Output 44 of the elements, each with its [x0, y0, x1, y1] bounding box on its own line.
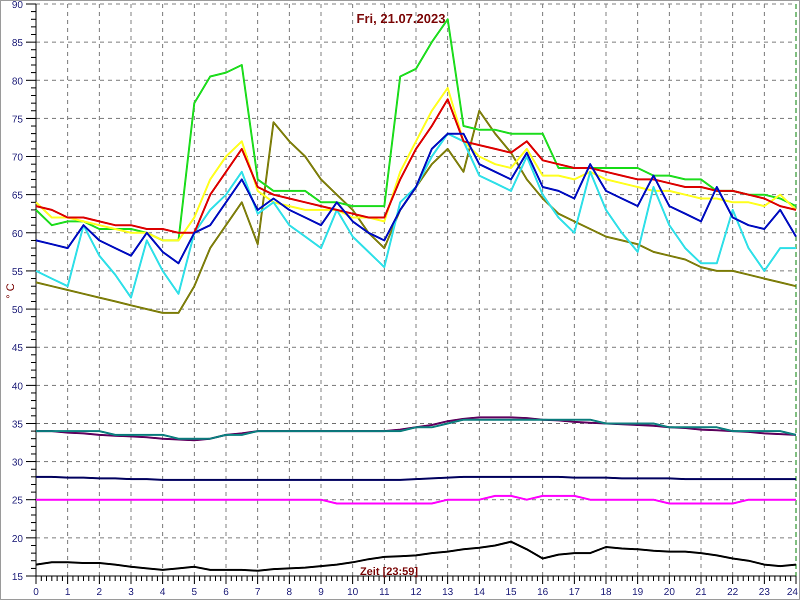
- axis-label: 1: [64, 587, 70, 598]
- axis-label: 23: [758, 587, 770, 598]
- axis-label: 18: [600, 587, 612, 598]
- axis-label: 45: [12, 343, 23, 354]
- axis-label: 90: [12, 1, 23, 11]
- x-axis-title: Zeit [23:59]: [360, 566, 418, 578]
- axis-label: 4: [160, 587, 166, 598]
- axis-label: 13: [442, 587, 454, 598]
- axis-label: 12: [410, 587, 422, 598]
- axis-label: 70: [12, 152, 23, 164]
- axis-label: 14: [474, 587, 485, 598]
- axis-label: 24: [786, 587, 798, 598]
- axis-label: 17: [568, 587, 580, 598]
- axis-label: 7: [254, 587, 260, 598]
- axis-label: 21: [695, 587, 707, 598]
- axis-label: 8: [286, 587, 292, 598]
- axis-label: 85: [12, 38, 23, 50]
- axis-label: 6: [223, 587, 229, 598]
- axis-label: 11: [379, 587, 390, 598]
- axis-label: 22: [727, 587, 738, 598]
- chart-title: Fri, 21.07.2023: [356, 11, 446, 26]
- axis-label: 20: [12, 534, 23, 545]
- axis-label: 80: [12, 76, 23, 88]
- axis-label: 0: [33, 587, 39, 598]
- axis-label: 35: [12, 419, 23, 430]
- axis-label: 9: [318, 587, 324, 598]
- axis-label: 65: [12, 190, 23, 202]
- axis-label: 2: [96, 587, 102, 598]
- y-axis-title: ° C: [5, 283, 17, 299]
- axis-label: 55: [12, 266, 23, 278]
- axis-label: 15: [505, 587, 517, 598]
- axis-label: 75: [12, 114, 23, 126]
- axis-label: 10: [347, 587, 358, 598]
- axis-label: 16: [537, 587, 548, 598]
- axis-label: 3: [128, 587, 134, 598]
- axis-label: 19: [632, 587, 644, 598]
- axis-label: 30: [12, 458, 23, 469]
- axis-label: 40: [12, 381, 23, 392]
- axis-label: 20: [664, 587, 675, 598]
- axis-label: 5: [192, 587, 198, 598]
- axis-label: 25: [12, 496, 23, 507]
- axis-label: 50: [12, 305, 23, 316]
- axis-label: 15: [12, 572, 23, 583]
- axis-label: 60: [12, 228, 23, 240]
